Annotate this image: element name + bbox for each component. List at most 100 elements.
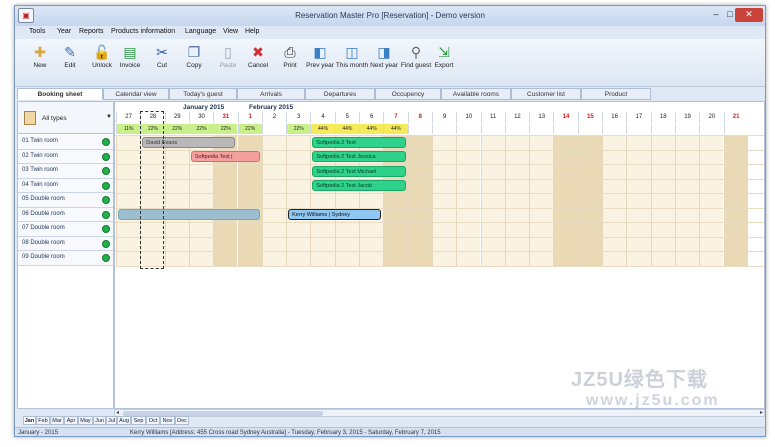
occupancy-cell xyxy=(480,124,505,134)
horizontal-scrollbar[interactable]: ◂ ▸ xyxy=(114,409,765,417)
day-header: 14 xyxy=(553,112,577,123)
window-title: Reservation Master Pro [Reservation] - D… xyxy=(295,11,485,20)
room-row[interactable]: 01 Twin room xyxy=(18,135,113,150)
this-month-icon: ◫ xyxy=(345,44,359,60)
tab-today-s-guest[interactable]: Today's guest xyxy=(169,88,237,100)
invoice-button[interactable]: ▤ Invoice xyxy=(113,41,147,85)
month-tab-jan[interactable]: Jan xyxy=(23,416,36,425)
copy-icon: ❐ xyxy=(187,44,201,60)
tab-customer-list[interactable]: Customer list xyxy=(511,88,581,100)
room-row[interactable]: 05 Double room xyxy=(18,193,113,208)
invoice-icon: ▤ xyxy=(123,44,137,60)
day-column xyxy=(504,135,530,266)
room-row[interactable]: 03 Twin room xyxy=(18,164,113,179)
booking-bar[interactable]: Softpedia 2 Test Jacob xyxy=(312,180,406,191)
tab-booking-sheet[interactable]: Booking sheet xyxy=(17,88,103,100)
day-column xyxy=(116,135,141,266)
cancel-button[interactable]: ✖ Cancel xyxy=(241,41,275,85)
month-tab-jun[interactable]: Jun xyxy=(93,416,106,425)
row-divider xyxy=(115,164,764,165)
tab-available-rooms[interactable]: Available rooms xyxy=(441,88,511,100)
edit-button[interactable]: ✎ Edit xyxy=(53,41,87,85)
tab-calendar-view[interactable]: Calendar view xyxy=(103,88,169,100)
room-row[interactable]: 09 Double room xyxy=(18,251,113,266)
export-button[interactable]: ⇲ Export xyxy=(427,41,461,85)
prev-year-button[interactable]: ◧ Prev year xyxy=(303,41,337,85)
new-button[interactable]: ✚ New xyxy=(23,41,57,85)
new-icon: ✚ xyxy=(34,44,46,60)
month-tab-feb[interactable]: Feb xyxy=(36,416,50,425)
room-row[interactable]: 06 Double room xyxy=(18,207,113,222)
menu-language[interactable]: Language xyxy=(185,28,216,35)
export-icon: ⇲ xyxy=(438,44,450,60)
print-button[interactable]: ⎙ Print xyxy=(273,41,307,85)
day-column xyxy=(577,135,602,266)
tab-arrivals[interactable]: Arrivals xyxy=(237,88,305,100)
room-type-filter[interactable]: All types ▼ xyxy=(18,102,113,134)
day-column xyxy=(456,135,481,266)
month-tab-mar[interactable]: Mar xyxy=(50,416,64,425)
today-marker xyxy=(140,111,164,269)
toolbar-label: Copy xyxy=(186,62,202,69)
month-tab-apr[interactable]: Apr xyxy=(64,416,78,425)
watermark-url: www.jz5u.com xyxy=(586,392,720,409)
row-divider xyxy=(115,193,764,194)
room-name: 01 Twin room xyxy=(22,138,58,144)
month-tab-nov[interactable]: Nov xyxy=(160,416,175,425)
month-tab-may[interactable]: May xyxy=(78,416,93,425)
month-tab-aug[interactable]: Aug xyxy=(117,416,131,425)
day-header: 2 xyxy=(261,112,286,123)
next-year-button[interactable]: ◨ Next year xyxy=(367,41,401,85)
day-column xyxy=(164,135,189,266)
booking-bar[interactable]: Kerry Williams | Sydney xyxy=(288,209,382,220)
copy-button[interactable]: ❐ Copy xyxy=(177,41,211,85)
month-tab-sep[interactable]: Sep xyxy=(131,416,146,425)
menu-view[interactable]: View xyxy=(223,28,238,35)
menu-products-information[interactable]: Products information xyxy=(111,28,175,35)
occupancy-cell xyxy=(553,124,577,134)
menu-tools[interactable]: Tools xyxy=(29,28,45,35)
this-month-button[interactable]: ◫ This month xyxy=(335,41,369,85)
occupancy-cell xyxy=(261,124,286,134)
status-bar: January - 2015 Kerry Williams [Address: … xyxy=(15,427,765,436)
day-header: 5 xyxy=(334,112,359,123)
booking-bar[interactable]: Softpedia 2 Test xyxy=(312,136,406,148)
month-tab-dec[interactable]: Dec xyxy=(175,416,189,425)
room-name: 02 Twin room xyxy=(22,152,58,159)
menu-help[interactable]: Help xyxy=(245,28,259,35)
occupancy-cell xyxy=(407,124,432,134)
month-tab-oct[interactable]: Oct xyxy=(146,416,160,425)
cut-button[interactable]: ✂ Cut xyxy=(145,41,179,85)
menu-year[interactable]: Year xyxy=(57,28,71,35)
scroll-right-icon[interactable]: ▸ xyxy=(760,409,763,416)
tab-departures[interactable]: Departures xyxy=(305,88,375,100)
booking-bar[interactable]: Softpedia 2 Test Michael xyxy=(312,165,406,177)
occupancy-cell xyxy=(602,124,626,134)
paste-button[interactable]: ▯ Paste xyxy=(211,41,245,85)
tab-product[interactable]: Product xyxy=(581,88,651,100)
room-row[interactable]: 02 Twin room xyxy=(18,149,113,164)
room-status-icon xyxy=(102,239,110,248)
close-button[interactable]: ✕ xyxy=(735,8,763,22)
month-tab-jul[interactable]: Jul xyxy=(106,416,117,425)
minimize-button[interactable]: – xyxy=(709,8,723,22)
toolbar-label: Print xyxy=(283,62,297,69)
scroll-left-icon[interactable]: ◂ xyxy=(116,409,119,416)
tab-occupency[interactable]: Occupency xyxy=(375,88,441,100)
room-row[interactable]: 08 Double room xyxy=(18,236,113,251)
row-divider xyxy=(115,265,764,267)
day-header: 27 xyxy=(116,112,140,123)
occupancy-cell: 44% xyxy=(334,124,359,134)
day-header: 13 xyxy=(529,112,553,123)
cut-icon: ✂ xyxy=(156,44,168,60)
day-column xyxy=(699,135,724,266)
room-name: 06 Double room xyxy=(22,210,65,217)
menu-reports[interactable]: Reports xyxy=(79,28,104,35)
room-row[interactable]: 04 Twin room xyxy=(18,178,113,193)
room-status-icon xyxy=(102,181,110,190)
booking-bar[interactable]: Softpedia Test | xyxy=(190,151,260,162)
booking-bar[interactable]: Softpedia 2 Test Jessica xyxy=(312,151,406,162)
chevron-down-icon[interactable]: ▼ xyxy=(106,114,112,120)
occupancy-cell: 22% xyxy=(213,124,238,134)
room-row[interactable]: 07 Double room xyxy=(18,222,113,237)
